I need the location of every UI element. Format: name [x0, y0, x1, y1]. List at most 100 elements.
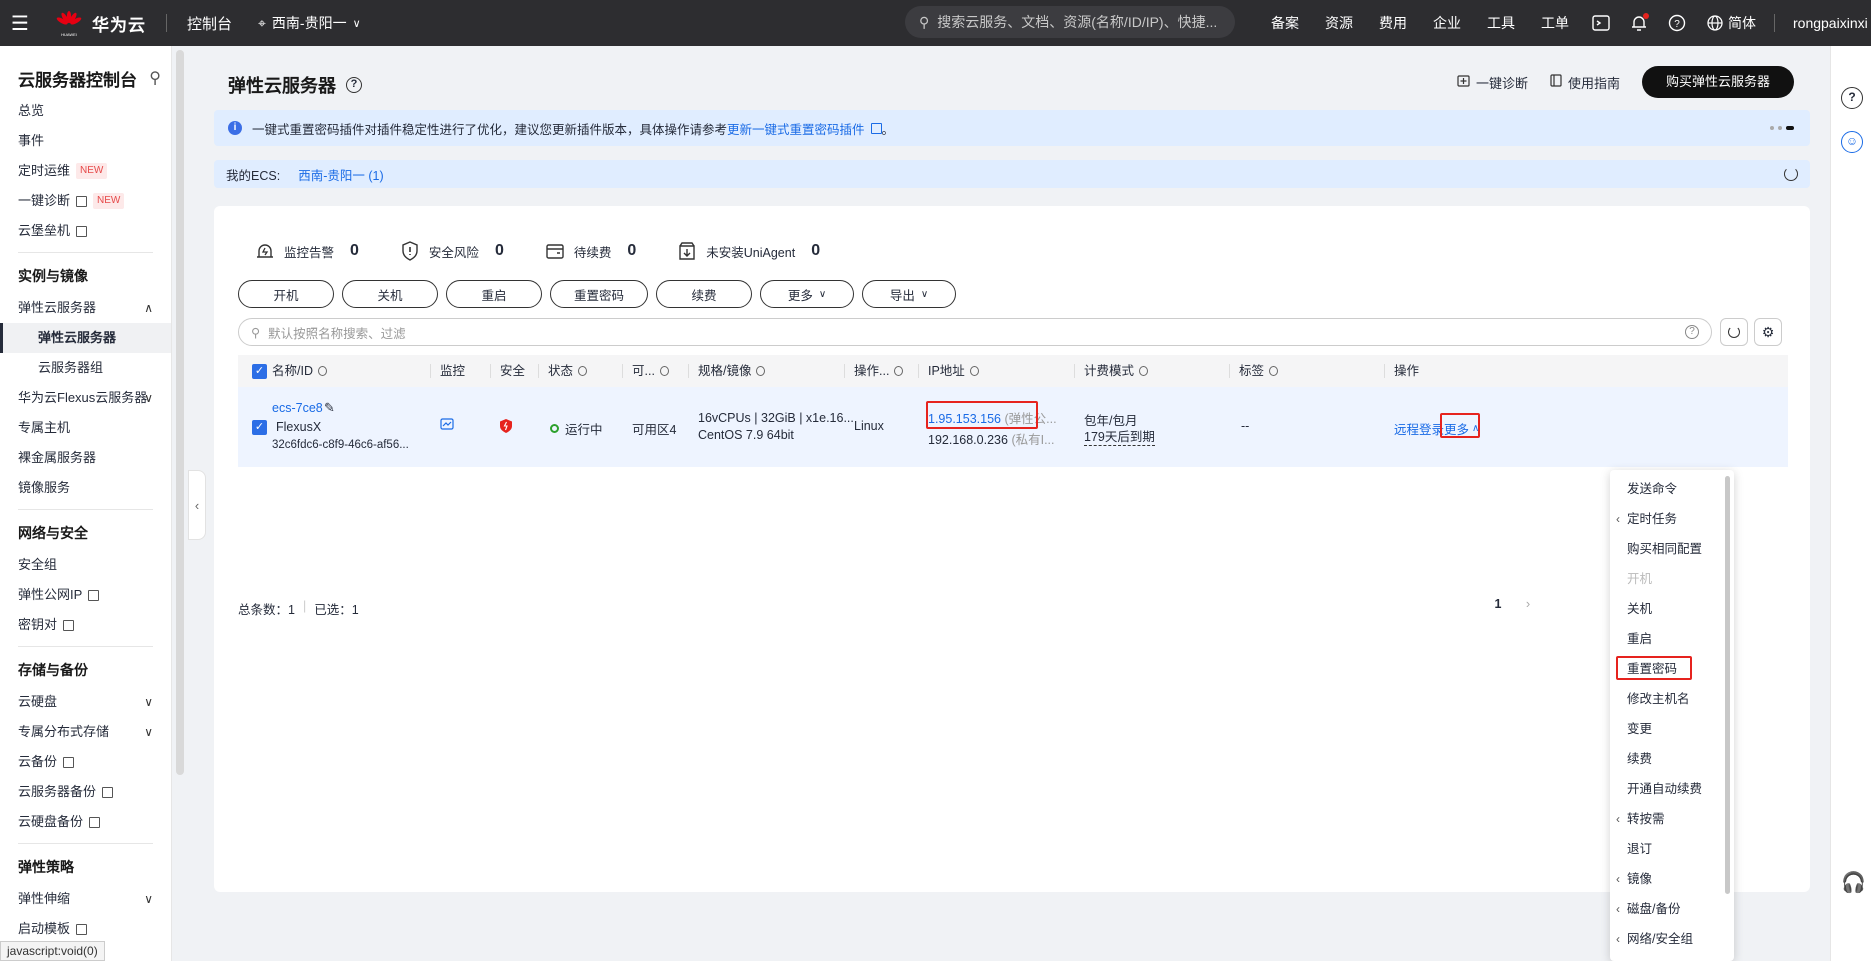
menu-item-rename-host[interactable]: 修改主机名 [1610, 684, 1734, 714]
sidebar-item-keypair[interactable]: 密钥对 [0, 610, 171, 640]
menu-scrollbar[interactable] [1725, 476, 1730, 894]
menu-item-reset-password[interactable]: 重置密码 [1610, 654, 1734, 684]
sidebar-item-eip[interactable]: 弹性公网IP [0, 580, 171, 610]
help-icon[interactable]: ? [1841, 87, 1863, 109]
menu-item-network-security[interactable]: ‹ 网络/安全组 [1610, 924, 1734, 954]
restart-button[interactable]: 重启 [446, 280, 542, 308]
headset-support-icon[interactable]: 🎧 [1841, 870, 1866, 895]
menu-item-disk-backup[interactable]: ‹ 磁盘/备份 [1610, 894, 1734, 924]
help-icon[interactable]: ? [346, 77, 362, 93]
notice-link[interactable]: 更新一键式重置密码插件 [727, 119, 865, 138]
col-zone[interactable]: 可... [622, 355, 669, 387]
sidebar-item-flexus[interactable]: 华为云Flexus云服务器 ∨ [0, 383, 171, 413]
sidebar-item-overview[interactable]: 总览 [0, 96, 171, 126]
language-selector[interactable]: 简体 [1728, 13, 1756, 33]
page-number[interactable]: 1 [1486, 592, 1510, 616]
sidebar-item-events[interactable]: 事件 [0, 126, 171, 156]
sidebar-scrollbar[interactable] [176, 50, 184, 775]
topbar-link-resources[interactable]: 资源 [1325, 13, 1353, 33]
col-status[interactable]: 状态 [537, 355, 588, 387]
col-os[interactable]: 操作... [843, 355, 904, 387]
globe-icon[interactable] [1704, 12, 1726, 34]
stat-pending-renewal[interactable]: 待续费 0 [544, 240, 636, 262]
security-shield-icon[interactable] [500, 419, 512, 436]
huawei-cloud-logo[interactable]: HUAWEI 华为云 [54, 8, 146, 38]
menu-item-auto-renew[interactable]: 开通自动续费 [1610, 774, 1734, 804]
instance-name-link[interactable]: ecs-7ce8 [272, 401, 323, 415]
menu-item-unsubscribe[interactable]: 退订 [1610, 834, 1734, 864]
search-icon[interactable]: ⚲ [149, 68, 161, 88]
sidebar-item-dss[interactable]: 专属分布式存储 ∨ [0, 717, 171, 747]
sidebar-item-diagnose[interactable]: 一键诊断 NEW [0, 186, 171, 216]
select-all-checkbox[interactable]: ✓ [252, 355, 267, 387]
refresh-icon[interactable] [1784, 167, 1798, 181]
sidebar-item-security-group[interactable]: 安全组 [0, 550, 171, 580]
col-spec[interactable]: 规格/镜像 [687, 355, 766, 387]
sidebar-item-images[interactable]: 镜像服务 [0, 473, 171, 503]
sidebar-item-autoscaling[interactable]: 弹性伸缩 ∨ [0, 884, 171, 914]
sidebar-item-launch-template[interactable]: 启动模板 [0, 914, 171, 944]
buy-ecs-button[interactable]: 购买弹性云服务器 [1641, 66, 1794, 98]
sidebar-item-cbr[interactable]: 云备份 [0, 747, 171, 777]
topbar-link-filing[interactable]: 备案 [1271, 13, 1299, 33]
region-selector[interactable]: ⌖ 西南-贵阳一 ∨ [258, 13, 361, 33]
menu-item-restart[interactable]: 重启 [1610, 624, 1734, 654]
diagnose-link[interactable]: 一键诊断 [1457, 73, 1528, 92]
next-page-button[interactable]: › [1516, 592, 1540, 616]
col-name[interactable]: 名称/ID [272, 355, 327, 387]
sidebar-item-ecs[interactable]: 弹性云服务器 [0, 323, 171, 353]
monitor-chart-icon[interactable] [440, 418, 454, 433]
stat-alarms[interactable]: 监控告警 0 [254, 240, 359, 262]
col-billing[interactable]: 计费模式 [1073, 355, 1149, 387]
bell-icon[interactable] [1628, 12, 1650, 34]
menu-icon[interactable]: ☰ [0, 0, 40, 46]
guide-link[interactable]: 使用指南 [1550, 73, 1620, 92]
sidebar-item-dedicated-host[interactable]: 专属主机 [0, 413, 171, 443]
topbar-link-tickets[interactable]: 工单 [1541, 13, 1569, 33]
more-actions-button[interactable]: 更多 ∨ [760, 280, 854, 308]
sidebar-item-server-group[interactable]: 云服务器组 [0, 353, 171, 383]
sidebar-item-bare-metal[interactable]: 裸金属服务器 [0, 443, 171, 473]
refresh-button[interactable] [1720, 318, 1748, 346]
smiley-feedback-icon[interactable]: ☺ [1841, 131, 1863, 153]
menu-item-image[interactable]: ‹ 镜像 [1610, 864, 1734, 894]
edit-icon[interactable]: ✎ [324, 400, 335, 416]
menu-item-send-command[interactable]: 发送命令 [1610, 474, 1734, 504]
console-link[interactable]: 控制台 [187, 13, 232, 34]
carousel-dots[interactable] [1770, 126, 1794, 130]
topbar-link-billing[interactable]: 费用 [1379, 13, 1407, 33]
sidebar-item-server-backup[interactable]: 云服务器备份 [0, 777, 171, 807]
remote-login-link[interactable]: 远程登录 [1394, 419, 1444, 438]
help-icon[interactable]: ? [1666, 12, 1688, 34]
menu-item-scheduled-task[interactable]: ‹ 定时任务 [1610, 504, 1734, 534]
stat-uniagent[interactable]: 未安装UniAgent 0 [676, 240, 820, 262]
export-button[interactable]: 导出 ∨ [862, 280, 956, 308]
help-icon[interactable]: ? [1685, 325, 1699, 339]
sidebar-item-evs[interactable]: 云硬盘 ∨ [0, 687, 171, 717]
filter-search-input[interactable]: ⚲ 默认按照名称搜索、过滤 ? [238, 318, 1712, 346]
topbar-link-enterprise[interactable]: 企业 [1433, 13, 1461, 33]
settings-button[interactable]: ⚙ [1754, 318, 1782, 346]
col-ip[interactable]: IP地址 [918, 355, 979, 387]
user-account[interactable]: rongpaixinxi [1793, 15, 1868, 31]
renew-button[interactable]: 续费 [656, 280, 752, 308]
global-search-input[interactable]: ⚲ 搜索云服务、文档、资源(名称/ID/IP)、快捷... [905, 6, 1235, 38]
menu-item-renew[interactable]: 续费 [1610, 744, 1734, 774]
menu-item-stop[interactable]: 关机 [1610, 594, 1734, 624]
reset-password-button[interactable]: 重置密码 [550, 280, 648, 308]
row-checkbox[interactable]: ✓ [252, 420, 267, 435]
topbar-link-tools[interactable]: 工具 [1487, 13, 1515, 33]
sidebar-item-disk-backup[interactable]: 云硬盘备份 [0, 807, 171, 837]
my-ecs-region-link[interactable]: 西南-贵阳一 (1) [298, 165, 383, 184]
col-tags[interactable]: 标签 [1228, 355, 1279, 387]
stop-button[interactable]: 关机 [342, 280, 438, 308]
sidebar-item-scheduled-ops[interactable]: 定时运维 NEW [0, 156, 171, 186]
menu-item-to-on-demand[interactable]: ‹ 转按需 [1610, 804, 1734, 834]
start-button[interactable]: 开机 [238, 280, 334, 308]
expire-info[interactable]: 179天后到期 [1084, 426, 1155, 446]
menu-item-buy-same[interactable]: 购买相同配置 [1610, 534, 1734, 564]
sidebar-item-bastion[interactable]: 云堡垒机 [0, 216, 171, 246]
sidebar-item-ecs-parent[interactable]: 弹性云服务器 ∧ [0, 293, 171, 323]
cloud-shell-icon[interactable] [1590, 12, 1612, 34]
stat-security-risk[interactable]: 安全风险 0 [399, 240, 504, 262]
